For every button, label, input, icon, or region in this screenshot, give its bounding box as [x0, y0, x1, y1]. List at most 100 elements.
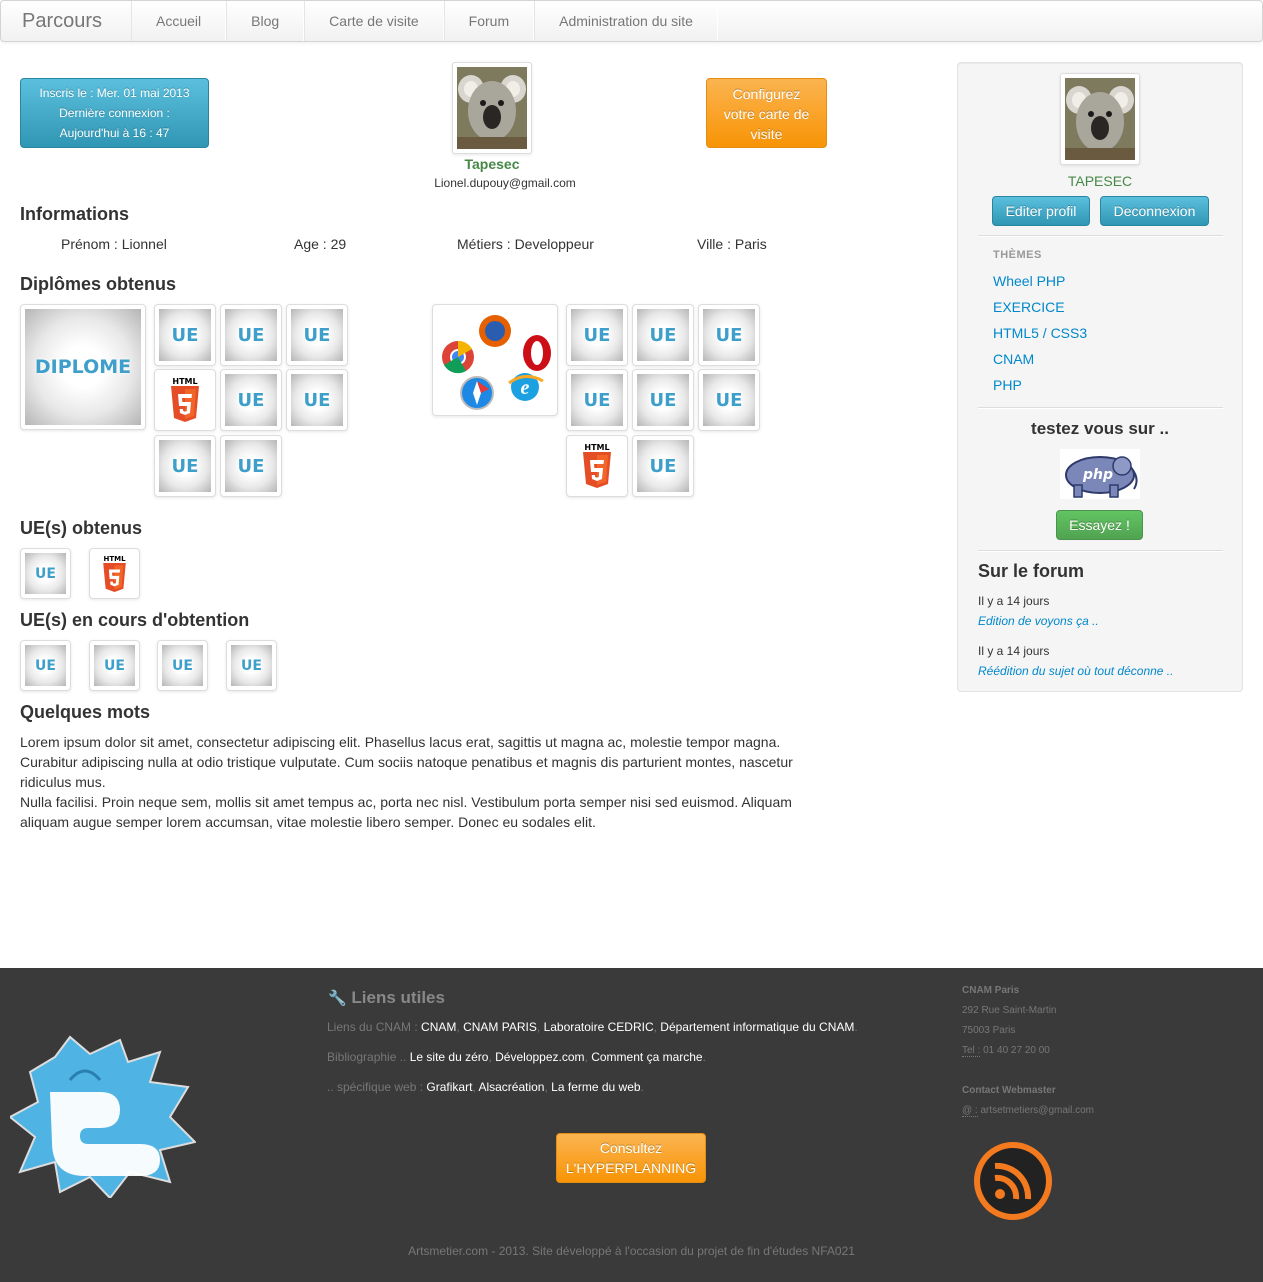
diploma-label: DIPLOME [25, 309, 141, 425]
info-ville: Ville : Paris [697, 236, 767, 252]
nav-menu: Accueil Blog Carte de visite Forum Admin… [131, 1, 718, 41]
para1-line1: Lorem ipsum dolor sit amet, consectetur … [20, 734, 781, 750]
hyperplanning-line-1: Consultez [599, 1140, 663, 1156]
diploma-tile[interactable]: DIPLOME [20, 304, 146, 430]
contact-label: @ : [962, 1105, 978, 1117]
html5-tile[interactable]: HTML [89, 548, 140, 599]
ue-obtenus-heading: UE(s) obtenus [20, 518, 143, 538]
nav-item-blog[interactable]: Blog [226, 1, 305, 41]
ue-tile[interactable]: UE [566, 369, 628, 431]
link-developpez[interactable]: Développez.com [495, 1050, 584, 1064]
twitter-icon[interactable] [8, 1032, 197, 1200]
rss-icon[interactable] [972, 1140, 1054, 1222]
ue-tile[interactable]: UE [632, 304, 694, 366]
nav-item-administration[interactable]: Administration du site [534, 1, 718, 41]
hyperplanning-button[interactable]: Consultez L'HYPERPLANNING [556, 1133, 706, 1183]
ue-tile[interactable]: UE [157, 640, 208, 691]
nav-item-carte-de-visite[interactable]: Carte de visite [304, 1, 444, 41]
configure-card-button[interactable]: Configurez votre carte de visite [706, 78, 827, 148]
ue-tile[interactable]: UE [632, 435, 694, 497]
phone-label: Tel : [962, 1045, 981, 1057]
ue-tile[interactable]: UE [286, 304, 348, 366]
html5-tile[interactable]: HTML [566, 435, 628, 497]
address-street: 292 Rue Saint-Martin [962, 1005, 1057, 1016]
address-city: 75003 Paris [962, 1025, 1016, 1036]
theme-link-wheel-php[interactable]: Wheel PHP [993, 273, 1065, 289]
cnam-links-prefix: Liens du CNAM : [327, 1020, 418, 1034]
info-metiers: Métiers : Developpeur [457, 236, 594, 252]
profile-avatar [452, 62, 532, 154]
ue-label: UE [159, 309, 211, 361]
configure-line-1: Configurez [732, 86, 801, 102]
para2-line1: Nulla facilisi. Proin neque sem, mollis … [20, 794, 792, 810]
address-phone: Tel : 01 40 27 20 00 [962, 1041, 1094, 1061]
nav-item-forum[interactable]: Forum [443, 1, 535, 41]
forum-post-1-link[interactable]: Edition de voyons ça .. [978, 614, 1099, 628]
link-grafikart[interactable]: Grafikart [426, 1080, 472, 1094]
links-heading: 🔧 Liens utiles [328, 988, 445, 1008]
logout-button[interactable]: Deconnexion [1100, 196, 1209, 226]
theme-link-php[interactable]: PHP [993, 377, 1022, 393]
forum-heading: Sur le forum [978, 561, 1085, 581]
biblio-links-row: Bibliographie .. Le site du zéro, Dévelo… [327, 1050, 706, 1064]
ue-tile[interactable]: UE [220, 435, 282, 497]
ue-label: UE [225, 309, 277, 361]
ue-tile[interactable]: UE [89, 640, 140, 691]
copyright: Artsmetier.com - 2013. Site développé à … [408, 1244, 855, 1258]
biblio-prefix: Bibliographie .. [327, 1050, 407, 1064]
browsers-tile[interactable]: e [432, 304, 558, 416]
ue-label: UE [703, 374, 755, 426]
sidebar-avatar [1060, 73, 1140, 165]
ue-tile[interactable]: UE [20, 548, 71, 599]
last-login-value: Aujourd'hui à 16 : 47 [59, 126, 170, 140]
try-button[interactable]: Essayez ! [1056, 510, 1143, 540]
link-alsacreation[interactable]: Alsacréation [478, 1080, 544, 1094]
edit-profile-button[interactable]: Editer profil [992, 196, 1090, 226]
ue-tile[interactable]: UE [220, 369, 282, 431]
ue-tile[interactable]: UE [154, 304, 216, 366]
ue-tile[interactable]: UE [154, 435, 216, 497]
diplomes-heading: Diplômes obtenus [20, 274, 177, 294]
html5-tile[interactable]: HTML [154, 369, 216, 431]
theme-link-html5-css3[interactable]: HTML5 / CSS3 [993, 325, 1087, 341]
ue-tile[interactable]: UE [226, 640, 277, 691]
themes-header: THÈMES [993, 249, 1042, 261]
ue-tile[interactable]: UE [698, 369, 760, 431]
ue-tile[interactable]: UE [220, 304, 282, 366]
html5-text: HTML [103, 554, 126, 563]
link-comment-ca-marche[interactable]: Comment ça marche [591, 1050, 702, 1064]
link-site-du-zero[interactable]: Le site du zéro [410, 1050, 489, 1064]
web-prefix: .. spécifique web : [327, 1080, 424, 1094]
ue-label: UE [571, 309, 623, 361]
para1-line2: Curabitur adipiscing nulla at odio trist… [20, 754, 793, 770]
contact-email[interactable]: artsetmetiers@gmail.com [981, 1105, 1095, 1116]
theme-link-exercice[interactable]: EXERCICE [993, 299, 1065, 315]
contact-title: Contact Webmaster [962, 1085, 1056, 1096]
link-cnam-paris[interactable]: CNAM PARIS [463, 1020, 537, 1034]
informations-heading: Informations [20, 204, 130, 224]
phone-value: 01 40 27 20 00 [983, 1045, 1050, 1056]
ue-tile[interactable]: UE [698, 304, 760, 366]
link-cnam[interactable]: CNAM [421, 1020, 456, 1034]
theme-link-cnam[interactable]: CNAM [993, 351, 1034, 367]
php-logo[interactable]: php [1060, 449, 1140, 499]
html5-text: HTML [584, 443, 610, 452]
ue-label: UE [571, 374, 623, 426]
html5-icon: HTML [571, 440, 623, 492]
forum-post-2-link[interactable]: Réédition du sujet où tout déconne .. [978, 664, 1173, 678]
link-dept-info[interactable]: Département informatique du CNAM [660, 1020, 854, 1034]
ue-tile[interactable]: UE [286, 369, 348, 431]
ue-tile[interactable]: UE [20, 640, 71, 691]
link-cedric[interactable]: Laboratoire CEDRIC [544, 1020, 654, 1034]
sidebar-username: TAPESEC [1067, 173, 1133, 189]
ue-label: UE [25, 645, 66, 686]
brand-logo[interactable]: Parcours [22, 10, 102, 33]
html5-text: HTML [172, 377, 198, 386]
nav-item-accueil[interactable]: Accueil [131, 1, 227, 41]
link-ferme-du-web[interactable]: La ferme du web [551, 1080, 640, 1094]
ue-tile[interactable]: UE [566, 304, 628, 366]
test-title: testez vous sur .. [1031, 419, 1169, 438]
info-prenom: Prénom : Lionnel [61, 236, 167, 252]
ue-label: UE [231, 645, 272, 686]
ue-tile[interactable]: UE [632, 369, 694, 431]
